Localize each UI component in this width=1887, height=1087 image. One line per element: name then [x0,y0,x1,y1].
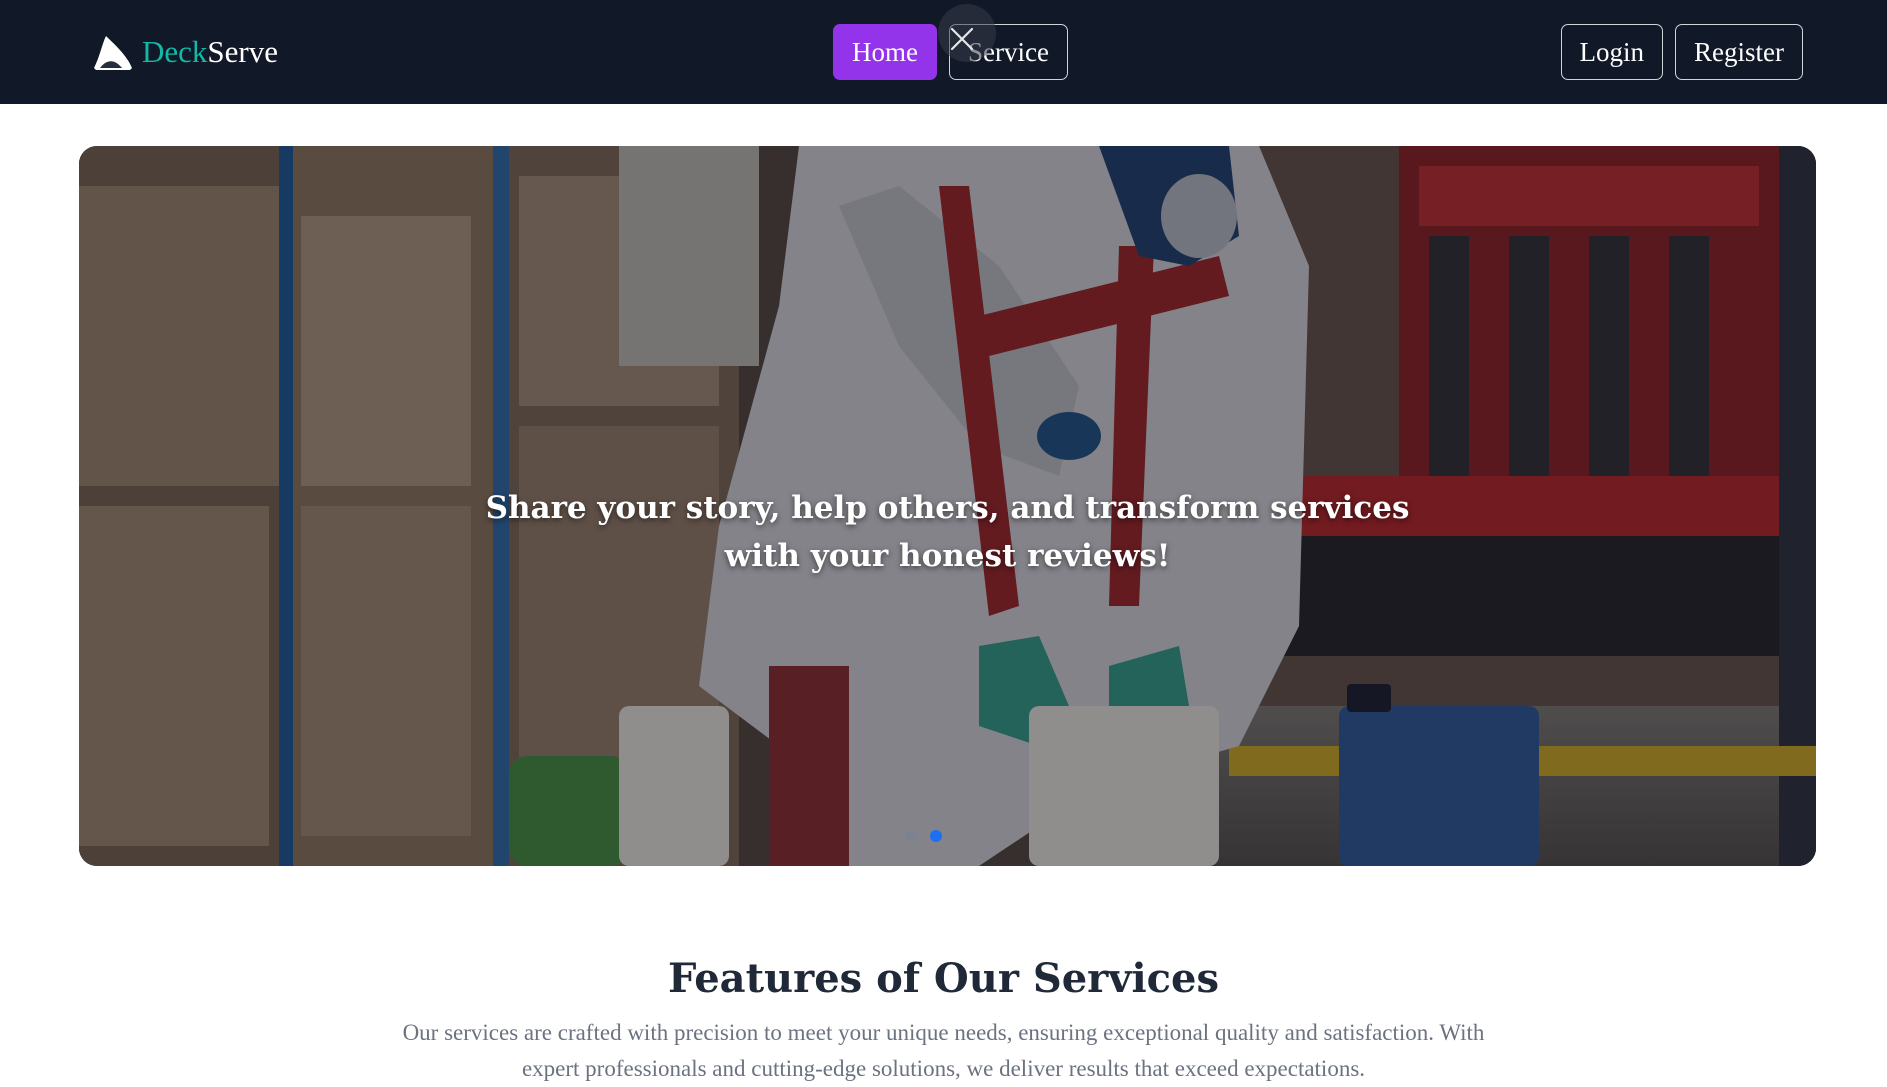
close-icon [950,27,974,51]
carousel-dot-2[interactable] [930,830,942,842]
hero-carousel: Share your story, help others, and trans… [79,146,1816,866]
hero-headline-line2: with your honest reviews! [724,537,1171,574]
features-heading: Features of Our Services [667,955,1219,1003]
carousel-indicators [905,830,942,842]
brand-logo-link[interactable]: DeckServe [92,34,278,70]
hero-headline-line1: Share your story, help others, and trans… [485,489,1410,526]
brand-name-part1: Deck [142,34,208,69]
hero-headline: Share your story, help others, and trans… [79,484,1816,580]
login-button[interactable]: Login [1560,24,1664,80]
auth-buttons: Login Register [1560,24,1803,80]
close-overlay-button[interactable] [938,4,996,62]
features-description: Our services are crafted with precision … [402,1020,1485,1081]
nav-home-button[interactable]: Home [833,24,937,80]
carousel-dot-1[interactable] [905,830,917,842]
shark-fin-logo-icon [94,36,132,70]
brand-name-part2: Serve [207,34,278,69]
register-button[interactable]: Register [1675,24,1803,80]
navbar: DeckServe Home Service Login Register [0,0,1887,104]
